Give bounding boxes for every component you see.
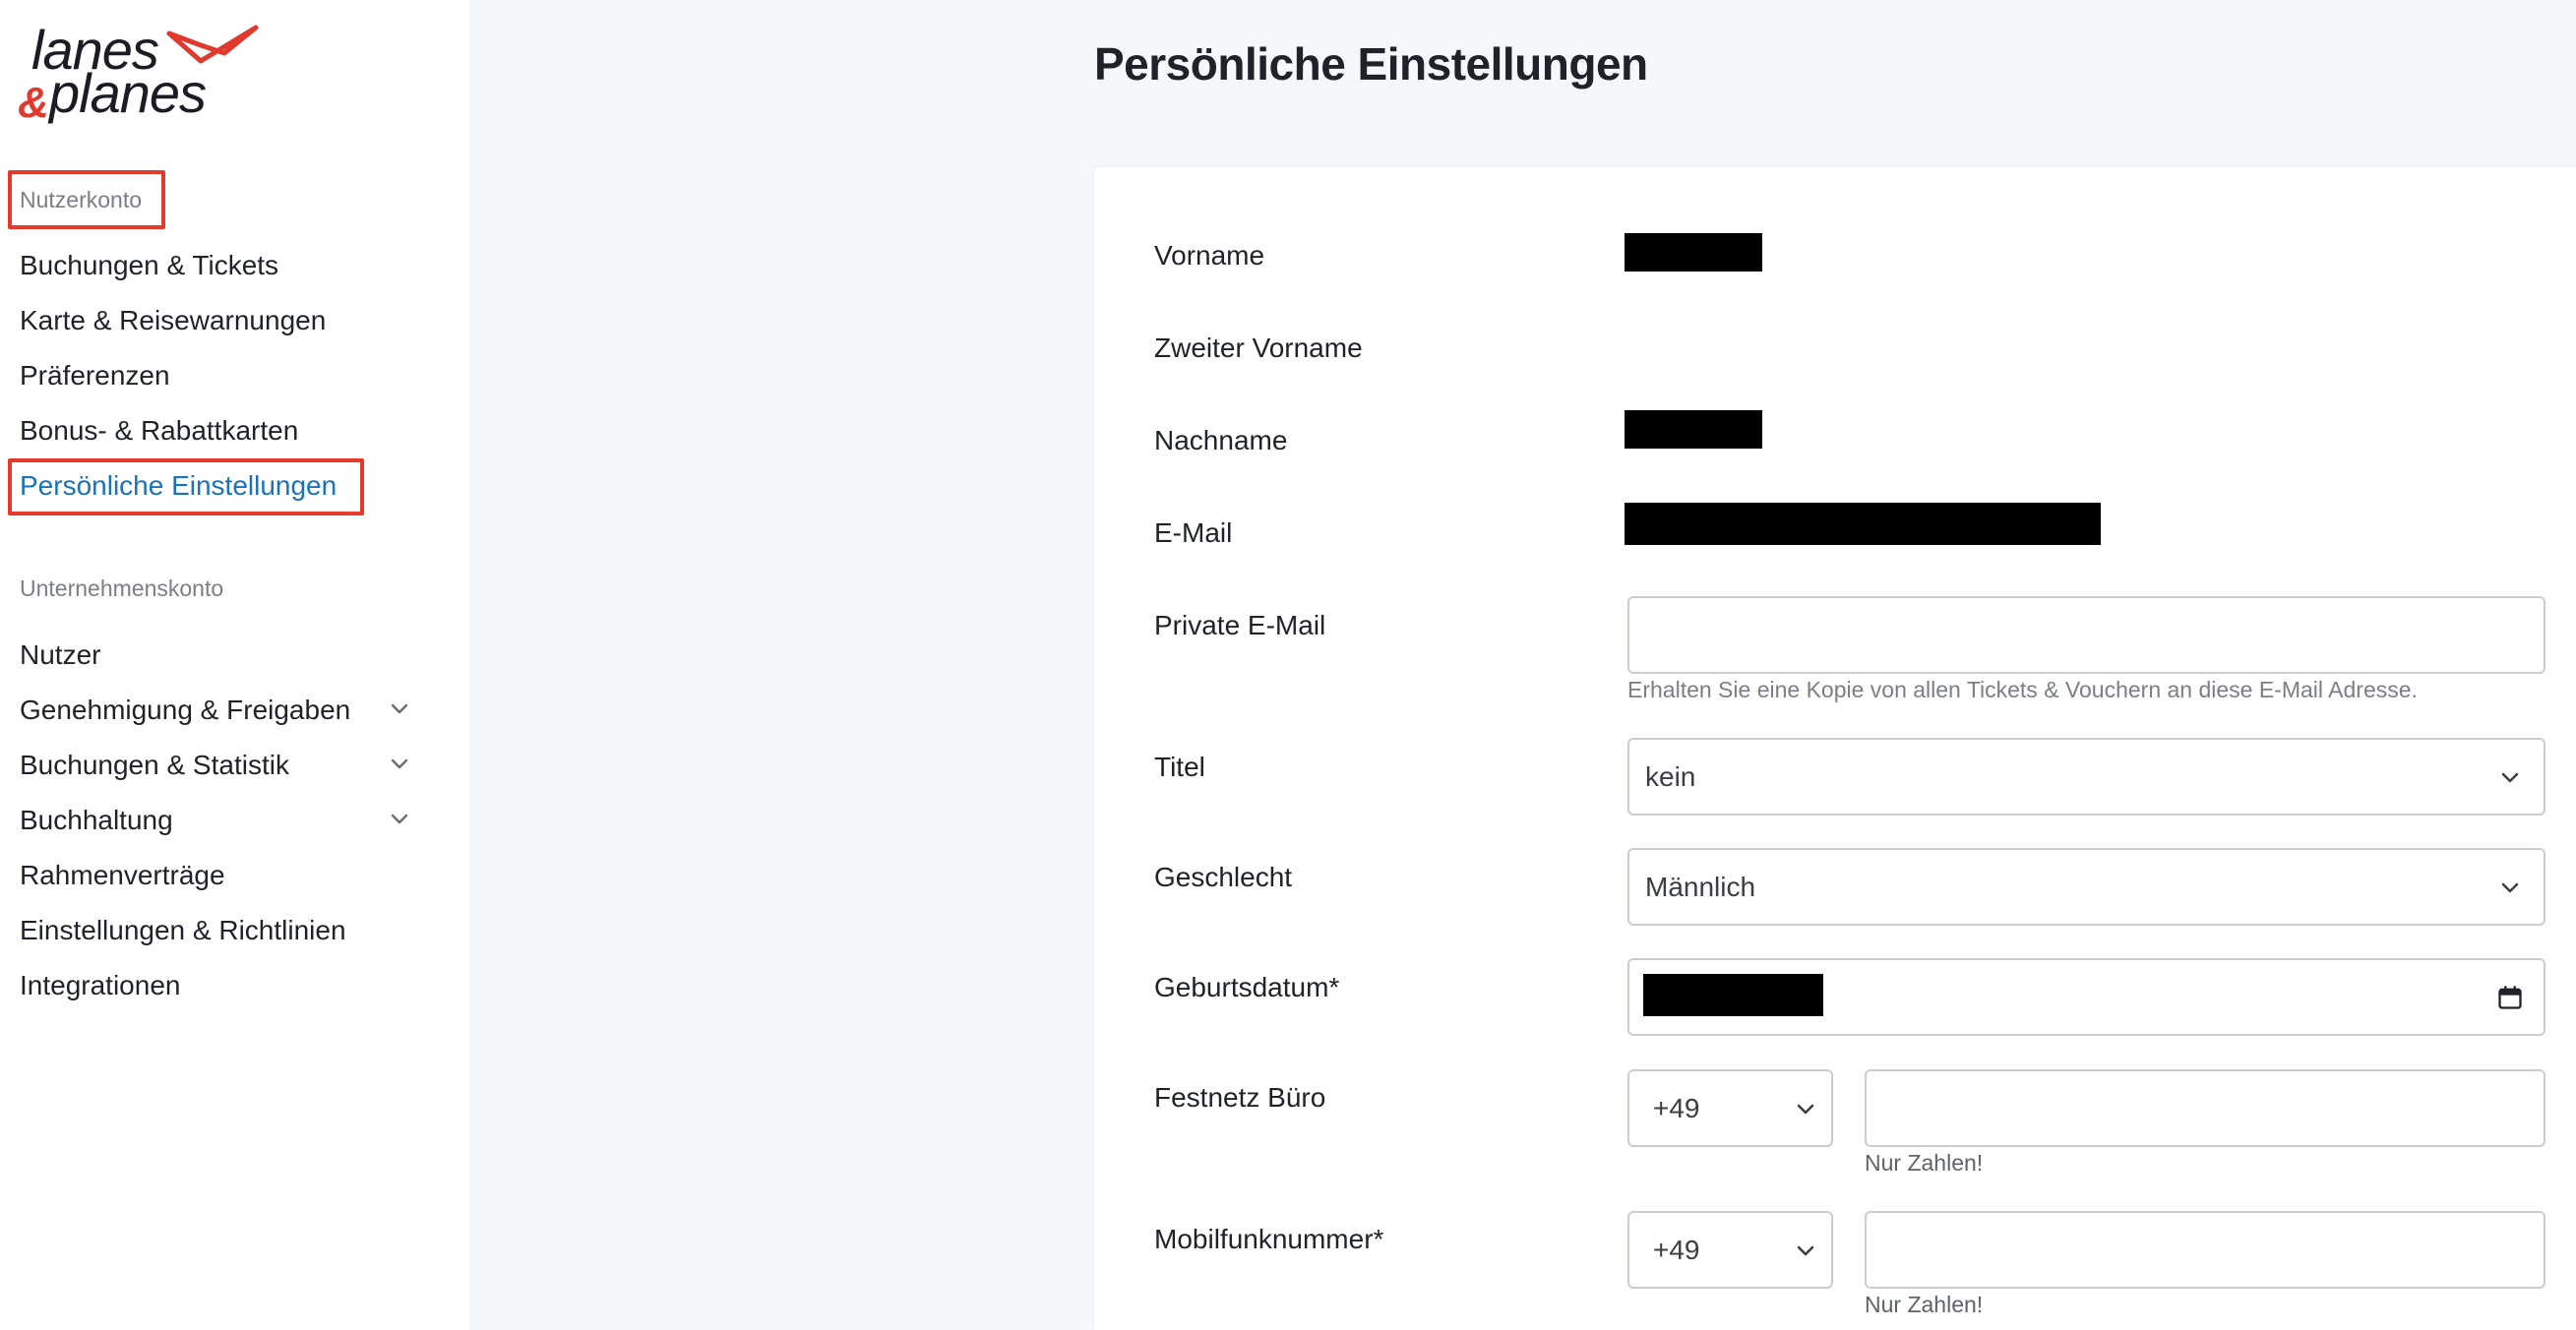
last-name-label: Nachname bbox=[1154, 425, 1288, 455]
sidebar-item-settings-policies[interactable]: Einstellungen & Richtlinien bbox=[20, 915, 413, 946]
chevron-down-icon bbox=[1797, 1104, 1814, 1114]
first-name-value-redacted bbox=[1625, 233, 1762, 272]
sidebar-item-map-travel-warnings[interactable]: Karte & Reisewarnungen bbox=[20, 305, 413, 336]
mobile-country-code-value: +49 bbox=[1653, 1234, 1700, 1265]
gender-select-value: Männlich bbox=[1645, 871, 1756, 902]
sidebar-item-bookings-statistics[interactable]: Buchungen & Statistik bbox=[20, 750, 413, 781]
landline-help-text: Nur Zahlen! bbox=[1865, 1150, 1984, 1176]
sidebar-item-accounting[interactable]: Buchhaltung bbox=[20, 805, 413, 836]
birthdate-value-redacted bbox=[1643, 974, 1823, 1016]
sidebar-item-label: Buchhaltung bbox=[20, 805, 173, 835]
birthdate-input[interactable] bbox=[1627, 958, 2545, 1036]
chevron-down-icon bbox=[391, 758, 408, 769]
private-email-label: Private E-Mail bbox=[1154, 610, 1326, 640]
logo-plane-icon bbox=[166, 25, 259, 64]
landline-country-code-value: +49 bbox=[1653, 1092, 1700, 1123]
landline-country-code-select[interactable]: +49 bbox=[1627, 1069, 1833, 1147]
last-name-value-redacted bbox=[1625, 410, 1762, 449]
mobile-country-code-select[interactable]: +49 bbox=[1627, 1211, 1833, 1289]
chevron-down-icon bbox=[1797, 1245, 1814, 1255]
chevron-down-icon bbox=[391, 703, 408, 714]
title-label: Titel bbox=[1154, 752, 1205, 782]
gender-label: Geschlecht bbox=[1154, 862, 1293, 892]
mobile-help-text: Nur Zahlen! bbox=[1865, 1292, 1984, 1317]
title-select[interactable]: kein bbox=[1627, 738, 2545, 816]
private-email-input[interactable] bbox=[1627, 596, 2545, 674]
chevron-down-icon bbox=[391, 814, 408, 824]
sidebar-item-label: Buchungen & Statistik bbox=[20, 750, 289, 780]
sidebar-item-personal-settings[interactable]: Persönliche Einstellungen bbox=[20, 470, 413, 502]
section-label-company-account: Unternehmenskonto bbox=[20, 575, 224, 601]
section-label-user-account: Nutzerkonto bbox=[20, 187, 143, 212]
email-label: E-Mail bbox=[1154, 517, 1233, 548]
chevron-down-icon bbox=[2501, 772, 2519, 782]
email-value-redacted bbox=[1625, 503, 2101, 545]
sidebar-item-approvals[interactable]: Genehmigung & Freigaben bbox=[20, 695, 413, 726]
sidebar-item-users[interactable]: Nutzer bbox=[20, 639, 413, 671]
page-title: Persönliche Einstellungen bbox=[1094, 38, 1648, 90]
sidebar-item-framework-contracts[interactable]: Rahmenverträge bbox=[20, 860, 413, 891]
private-email-help-text: Erhalten Sie eine Kopie von allen Ticket… bbox=[1627, 677, 2418, 702]
chevron-down-icon bbox=[2501, 882, 2519, 892]
sidebar-item-label: Genehmigung & Freigaben bbox=[20, 695, 351, 725]
logo[interactable]: lanes & planes bbox=[18, 19, 264, 130]
birthdate-label: Geburtsdatum* bbox=[1154, 972, 1340, 1002]
landline-number-input[interactable] bbox=[1865, 1069, 2545, 1147]
mobile-number-input[interactable] bbox=[1865, 1211, 2545, 1289]
sidebar-item-bookings-tickets[interactable]: Buchungen & Tickets bbox=[20, 250, 413, 281]
sidebar: lanes & planes Nutzerkonto Buchungen & T… bbox=[0, 0, 469, 1330]
title-select-value: kein bbox=[1645, 760, 1696, 792]
sidebar-item-bonus-discount-cards[interactable]: Bonus- & Rabattkarten bbox=[20, 415, 413, 447]
sidebar-item-preferences[interactable]: Präferenzen bbox=[20, 360, 413, 392]
mobile-label: Mobilfunknummer* bbox=[1154, 1224, 1384, 1254]
sidebar-item-integrations[interactable]: Integrationen bbox=[20, 970, 413, 1001]
landline-label: Festnetz Büro bbox=[1154, 1082, 1326, 1113]
first-name-label: Vorname bbox=[1154, 240, 1265, 271]
gender-select[interactable]: Männlich bbox=[1627, 848, 2545, 926]
middle-name-label: Zweiter Vorname bbox=[1154, 332, 1363, 363]
logo-ampersand: & bbox=[18, 79, 49, 127]
calendar-icon[interactable] bbox=[2496, 984, 2524, 1011]
